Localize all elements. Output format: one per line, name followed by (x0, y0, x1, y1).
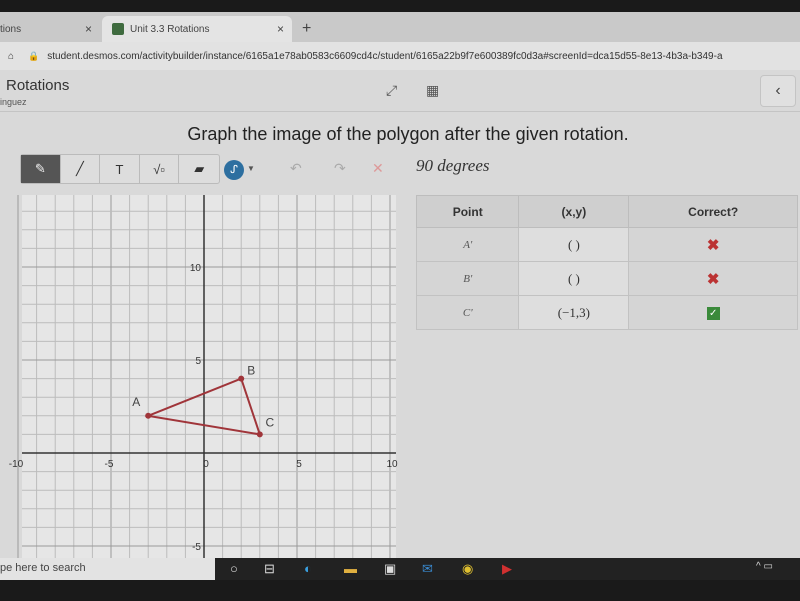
close-tab-icon[interactable]: × (85, 22, 92, 36)
incorrect-icon: ✖ (706, 270, 720, 288)
redo-icon[interactable]: ↷ (334, 160, 346, 177)
taskbar: pe here to search ○ ⊟ ◐ ▬ ▣ ✉ ◉ ▶ ^ ▭ (0, 558, 800, 580)
x-tick-label: 0 (203, 459, 209, 470)
x-tick-label: -5 (105, 459, 114, 470)
answer-table: Point (x,y) Correct? A'( ) ✖ B'( ) ✖ C' (−1,3… (415, 195, 798, 330)
point-c (256, 431, 263, 438)
table-row: B'( ) ✖ (415, 261, 798, 296)
point-label: A (132, 395, 140, 409)
table-row: A'( ) ✖ (415, 227, 798, 262)
col-point: Point (415, 195, 520, 228)
tab-previous[interactable]: tions × (0, 16, 100, 42)
col-xy: (x,y) (518, 195, 630, 228)
home-icon[interactable]: ⌂ (8, 51, 14, 62)
chrome-icon[interactable]: ◉ (462, 561, 473, 577)
close-tab-icon[interactable]: × (277, 22, 284, 36)
x-tick-label: 10 (386, 459, 398, 470)
taskbar-search[interactable]: pe here to search (0, 558, 215, 580)
incorrect-icon: ✖ (706, 236, 720, 254)
col-correct: Correct? (628, 195, 798, 228)
mail-icon[interactable]: ✉ (422, 561, 433, 577)
coordinate-input[interactable]: (−1,3) (518, 295, 630, 330)
coordinate-input[interactable]: ( ) (518, 227, 630, 262)
point-b (238, 375, 245, 382)
correct-check-icon: ✓ (706, 307, 720, 320)
url-text: student.desmos.com/activitybuilder/insta… (47, 50, 723, 62)
graph-background (22, 195, 396, 560)
browser-tab-bar: tions × Unit 3.3 Rotations × + (0, 12, 800, 42)
file-explorer-icon[interactable]: ▬ (344, 561, 357, 576)
rotation-label: 90 degrees (416, 156, 490, 175)
coordinate-graph[interactable]: -10 -5 0 5 10 10 5 -5 A B C (0, 195, 400, 560)
cortana-icon[interactable]: ○ (230, 561, 238, 576)
x-tick-label: 5 (296, 459, 302, 470)
tray-chevron-icon[interactable]: ^ ▭ (756, 561, 773, 572)
store-icon[interactable]: ▣ (384, 561, 396, 577)
desmos-favicon-icon (112, 23, 124, 35)
point-a (145, 412, 152, 419)
text-icon[interactable]: T (100, 155, 140, 183)
address-bar[interactable]: ⌂ 🔒 student.desmos.com/activitybuilder/ins… (0, 42, 800, 70)
clear-icon[interactable]: ✕ (372, 160, 384, 177)
point-label: C (265, 415, 274, 429)
point-label: B (247, 364, 255, 378)
back-button[interactable]: ‹ (760, 75, 796, 107)
youtube-icon[interactable]: ▶ (502, 561, 512, 577)
pencil-icon[interactable]: ✎ (21, 155, 61, 183)
sketch-toolbar: ✎ ╱ T √▫ ▰ (20, 154, 220, 184)
math-icon[interactable]: √▫ (140, 155, 180, 183)
task-view-icon[interactable]: ⊟ (264, 561, 275, 577)
activity-title: Rotations (6, 77, 70, 94)
y-tick-label: 5 (195, 356, 201, 367)
fullscreen-icon[interactable]: ⤢ (386, 82, 397, 99)
desmos-page: Rotations inguez ⤢ ▦ ‹ Graph the image o… (0, 70, 800, 560)
coordinate-input[interactable]: ( ) (518, 261, 630, 296)
eraser-icon[interactable]: ▰ (179, 155, 219, 183)
edge-icon[interactable]: ◐ (304, 561, 312, 576)
line-icon[interactable]: ╱ (61, 155, 101, 183)
undo-icon[interactable]: ↶ (290, 160, 302, 177)
new-tab-button[interactable]: + (302, 16, 311, 42)
lock-icon: 🔒 (28, 50, 40, 61)
prompt-text: Graph the image of the polygon after the… (187, 124, 629, 144)
y-tick-label: -5 (192, 542, 201, 553)
teacher-name: inguez (0, 97, 27, 107)
table-row: C' (−1,3) ✓ (415, 295, 798, 330)
tab-unit-3-3[interactable]: Unit 3.3 Rotations × (102, 16, 292, 42)
activity-header: Rotations inguez ⤢ ▦ ‹ (0, 70, 800, 112)
calculator-icon[interactable]: ▦ (426, 82, 439, 99)
chevron-down-icon[interactable]: ▼ (247, 164, 255, 173)
color-picker-icon[interactable]: ᔑ (224, 160, 244, 180)
y-tick-label: 10 (190, 263, 202, 274)
x-tick-label: -10 (9, 459, 24, 470)
